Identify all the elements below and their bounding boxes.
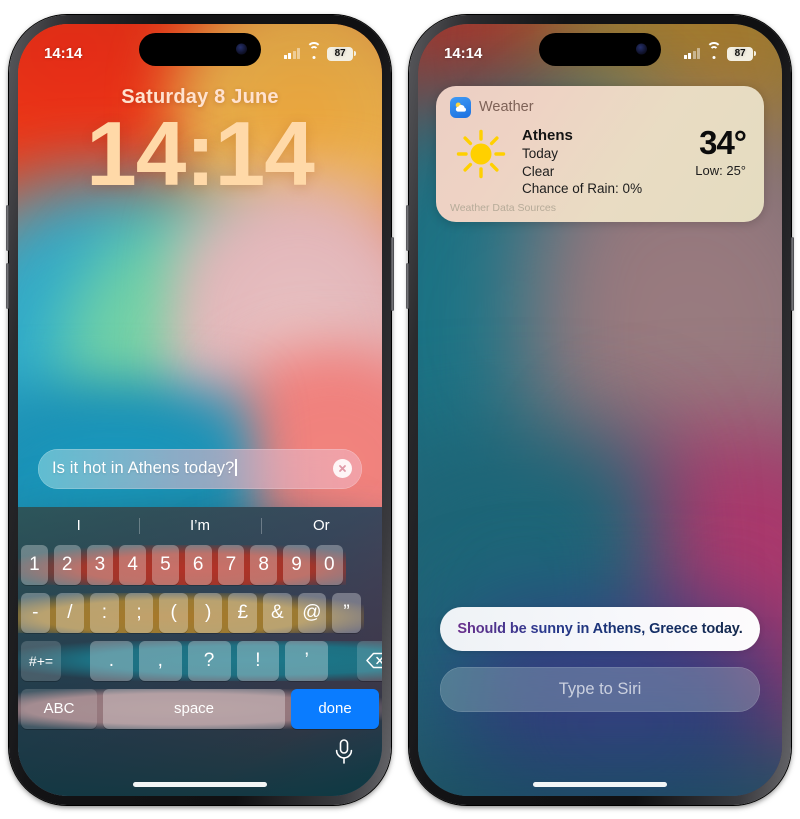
weather-rain-chance: Chance of Rain: 0% xyxy=(522,181,643,197)
key-exclamation[interactable]: ! xyxy=(236,640,280,681)
key-ampersand[interactable]: & xyxy=(263,592,292,633)
battery-percent-label: 87 xyxy=(727,46,753,61)
keyboard-row-numbers: 1 2 3 4 5 6 7 8 9 0 xyxy=(18,544,346,585)
right-phone-screen: 14:14 87 Weather Athens Today Clear Chan… xyxy=(418,23,782,796)
keyboard-row-punctuation: #+= . , ? ! ’ xyxy=(18,640,382,681)
key-7[interactable]: 7 xyxy=(217,544,245,585)
front-camera-icon xyxy=(236,43,247,55)
key-0[interactable]: 0 xyxy=(315,544,343,585)
key-hyphen[interactable]: - xyxy=(21,592,50,633)
weather-day: Today xyxy=(522,146,559,161)
keyboard-mic-row xyxy=(18,729,382,781)
sun-icon xyxy=(450,124,512,184)
prediction-2[interactable]: Or xyxy=(261,517,382,534)
right-phone-power-button[interactable] xyxy=(791,236,794,311)
type-to-siri-field[interactable]: Type to Siri xyxy=(440,666,760,712)
key-symbols-toggle[interactable]: #+= xyxy=(20,640,61,681)
siri-text-input[interactable]: Is it hot in Athens today? xyxy=(38,448,362,489)
left-phone-volume-up-button[interactable] xyxy=(6,204,9,251)
lock-screen-clock: 14:14 xyxy=(86,103,315,205)
type-to-siri-placeholder: Type to Siri xyxy=(558,679,642,698)
dynamic-island xyxy=(139,32,261,66)
key-space[interactable]: space xyxy=(103,688,285,729)
keyboard-row-symbols: - / : ; ( ) £ & @ ” xyxy=(18,592,364,633)
prediction-1[interactable]: I’m xyxy=(139,517,260,534)
key-9[interactable]: 9 xyxy=(283,544,310,585)
key-paren-close[interactable]: ) xyxy=(193,592,223,633)
key-2[interactable]: 2 xyxy=(53,544,81,585)
key-colon[interactable]: : xyxy=(90,592,119,633)
wifi-icon xyxy=(306,42,321,59)
weather-app-name: Weather xyxy=(479,99,534,115)
key-apostrophe[interactable]: ’ xyxy=(285,640,329,681)
keyboard-row-bottom: ABC space done xyxy=(18,688,382,729)
weather-condition: Clear xyxy=(522,163,555,179)
key-semicolon[interactable]: ; xyxy=(124,592,154,633)
weather-temperature: 34° xyxy=(699,123,747,161)
left-phone-screen: 14:14 87 Saturday 8 June 14:14 Is it hot… xyxy=(18,23,382,796)
left-phone-power-button[interactable] xyxy=(391,236,394,311)
right-phone-volume-down-button[interactable] xyxy=(406,262,409,309)
key-abc[interactable]: ABC xyxy=(21,688,97,729)
weather-widget-header: Weather xyxy=(450,96,750,118)
cellular-bars-icon xyxy=(683,48,700,59)
key-comma[interactable]: , xyxy=(138,640,182,681)
battery-percent-label: 87 xyxy=(327,46,353,61)
key-period[interactable]: . xyxy=(89,640,133,681)
weather-widget[interactable]: Weather Athens Today Clear Chance of Rai… xyxy=(436,85,764,222)
key-3[interactable]: 3 xyxy=(86,544,114,585)
siri-input-value: Is it hot in Athens today? xyxy=(52,459,235,477)
key-quote[interactable]: ” xyxy=(332,592,361,633)
two-phone-comparison: 14:14 87 Saturday 8 June 14:14 Is it hot… xyxy=(0,0,800,819)
weather-city: Athens xyxy=(522,126,573,144)
key-4[interactable]: 4 xyxy=(119,544,147,585)
key-6[interactable]: 6 xyxy=(184,544,212,585)
siri-answer-bubble: Should be sunny in Athens, Greece today. xyxy=(440,606,760,651)
left-home-indicator[interactable] xyxy=(133,781,267,787)
right-phone-frame: 14:14 87 Weather Athens Today Clear Chan… xyxy=(406,14,794,805)
left-phone: 14:14 87 Saturday 8 June 14:14 Is it hot… xyxy=(0,0,400,819)
right-phone-volume-up-button[interactable] xyxy=(406,204,409,251)
left-phone-volume-down-button[interactable] xyxy=(6,262,9,309)
siri-input-value-wrap: Is it hot in Athens today? xyxy=(52,459,333,478)
key-1[interactable]: 1 xyxy=(20,544,48,585)
on-screen-keyboard: I I’m Or 1 2 3 4 5 6 7 8 9 0 - /: ; ()… xyxy=(18,506,382,796)
clear-circle-icon[interactable] xyxy=(333,459,352,478)
prediction-0[interactable]: I xyxy=(18,517,139,534)
battery-indicator: 87 xyxy=(327,46,356,61)
weather-app-icon xyxy=(450,96,471,118)
weather-widget-body: Athens Today Clear Chance of Rain: 0% 34… xyxy=(450,124,750,198)
right-status-time: 14:14 xyxy=(444,45,483,62)
text-caret xyxy=(235,459,237,476)
right-home-indicator[interactable] xyxy=(533,781,667,787)
front-camera-icon xyxy=(636,43,647,55)
predictive-text-bar: I I’m Or xyxy=(18,507,382,545)
dynamic-island xyxy=(539,32,661,66)
backspace-icon[interactable] xyxy=(357,640,382,681)
key-8[interactable]: 8 xyxy=(250,544,278,585)
left-status-time: 14:14 xyxy=(44,45,83,62)
key-pound[interactable]: £ xyxy=(228,592,258,633)
key-slash[interactable]: / xyxy=(55,592,85,633)
weather-low-temperature: Low: 25° xyxy=(695,162,746,178)
right-phone: 14:14 87 Weather Athens Today Clear Chan… xyxy=(400,0,800,819)
key-question[interactable]: ? xyxy=(187,640,231,681)
left-phone-frame: 14:14 87 Saturday 8 June 14:14 Is it hot… xyxy=(6,14,394,805)
wifi-icon xyxy=(706,42,721,59)
siri-answer-text: Should be sunny in Athens, Greece today. xyxy=(457,620,743,637)
key-paren-open[interactable]: ( xyxy=(159,592,188,633)
key-at[interactable]: @ xyxy=(297,592,327,633)
battery-indicator: 87 xyxy=(727,46,756,61)
key-done[interactable]: done xyxy=(291,688,379,729)
weather-data-sources-link[interactable]: Weather Data Sources xyxy=(450,202,750,214)
cellular-bars-icon xyxy=(283,48,300,59)
key-5[interactable]: 5 xyxy=(152,544,179,585)
microphone-icon[interactable] xyxy=(334,738,354,770)
